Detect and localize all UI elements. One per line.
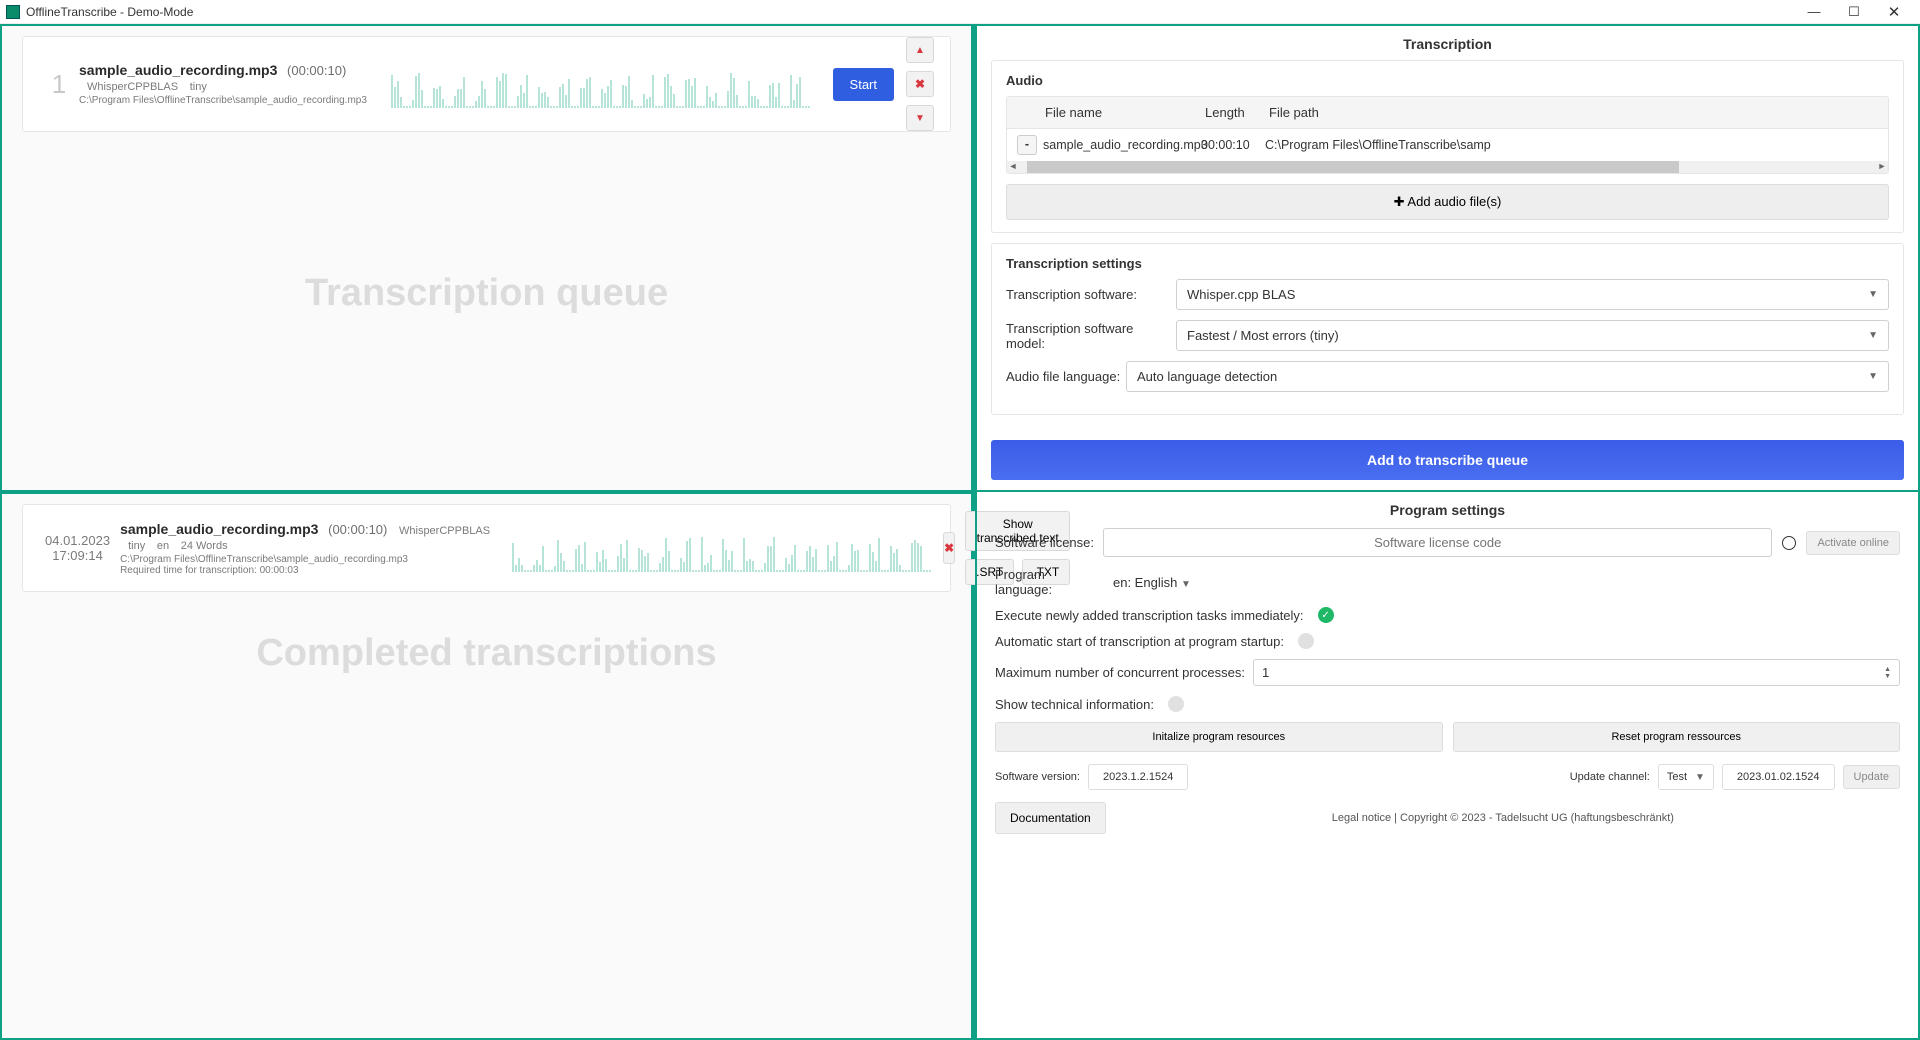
caret-down-icon: ▼ [1868,289,1878,300]
completed-lang: en [157,540,169,552]
move-up-button[interactable]: ▲ [906,37,934,63]
completed-required-time: Required time for transcription: 00:00:0… [120,565,500,576]
delete-completed-button[interactable]: ✖ [943,532,955,564]
program-language-select[interactable]: en: English ▼ [1113,575,1900,590]
version-label: Software version: [995,771,1080,783]
language-select[interactable]: Auto language detection ▼ [1126,361,1889,392]
completed-waveform [512,524,931,572]
software-label: Transcription software: [1006,287,1176,302]
documentation-button[interactable]: Documentation [995,802,1106,834]
legal-notice: Legal notice | Copyright © 2023 - Tadels… [1106,812,1900,824]
plus-icon: ✚ [1394,194,1408,209]
caret-down-icon: ▼ [1695,772,1705,783]
add-audio-button[interactable]: ✚ Add audio file(s) [1006,184,1889,220]
audio-heading: Audio [1006,73,1889,88]
queue-watermark: Transcription queue [2,272,971,315]
license-input[interactable] [1103,528,1772,557]
transcription-heading: Transcription [991,36,1904,52]
license-status-icon [1782,536,1796,550]
completed-model: tiny [128,540,145,552]
completed-engine: WhisperCPPBLAS [399,525,490,537]
program-settings-panel: Program settings Software license: Activ… [975,492,1920,1040]
activate-button[interactable]: Activate online [1806,531,1900,555]
queue-duration: (00:00:10) [287,63,346,78]
row-filename: sample_audio_recording.mp3 [1043,138,1201,152]
transcription-queue-panel: 1 sample_audio_recording.mp3 (00:00:10) … [0,24,973,492]
caret-down-icon: ▼ [1868,330,1878,341]
transcription-settings-section: Transcription settings Transcription sof… [991,243,1904,415]
add-to-queue-button[interactable]: Add to transcribe queue [991,440,1904,480]
window-titlebar: OfflineTranscribe - Demo-Mode — ☐ ✕ [0,0,1920,24]
queue-index: 1 [39,69,79,100]
row-path: C:\Program Files\OfflineTranscribe\samp [1265,138,1878,152]
minimize-button[interactable]: — [1794,1,1834,23]
queue-engine: WhisperCPPBLAS [87,81,178,93]
maximize-button[interactable]: ☐ [1834,1,1874,23]
execute-immediately-label: Execute newly added transcription tasks … [995,608,1304,623]
reset-resources-button[interactable]: Reset program ressources [1453,722,1901,752]
app-icon [6,5,20,19]
max-processes-input[interactable]: 1 ▲▼ [1253,659,1900,686]
col-filepath: File path [1269,105,1878,120]
queue-model: tiny [190,81,207,93]
channel-version: 2023.01.02.1524 [1722,764,1835,790]
channel-label: Update channel: [1570,771,1650,783]
completed-watermark: Completed transcriptions [2,632,971,675]
completed-panel: 04.01.2023 17:09:14 sample_audio_recordi… [0,492,973,1040]
completed-filename: sample_audio_recording.mp3 [120,521,318,537]
queue-filename: sample_audio_recording.mp3 [79,62,277,78]
update-channel-select[interactable]: Test ▼ [1658,764,1714,790]
col-length: Length [1205,105,1269,120]
window-title: OfflineTranscribe - Demo-Mode [26,5,1794,19]
completed-filepath: C:\Program Files\OfflineTranscribe\sampl… [120,554,500,565]
license-label: Software license: [995,535,1095,550]
version-value: 2023.1.2.1524 [1088,764,1188,790]
row-length: 00:00:10 [1201,138,1265,152]
caret-down-icon: ▼ [1181,579,1191,590]
software-select[interactable]: Whisper.cpp BLAS ▼ [1176,279,1889,310]
max-processes-label: Maximum number of concurrent processes: [995,665,1245,680]
remove-audio-button[interactable]: - [1017,135,1037,155]
completed-duration: (00:00:10) [328,522,387,537]
move-down-button[interactable]: ▼ [906,105,934,131]
model-select[interactable]: Fastest / Most errors (tiny) ▼ [1176,320,1889,351]
audio-scrollbar[interactable]: ◄► [1007,161,1888,173]
queue-item: 1 sample_audio_recording.mp3 (00:00:10) … [22,36,951,132]
autostart-label: Automatic start of transcription at prog… [995,634,1284,649]
audio-table: File name Length File path - sample_audi… [1006,96,1889,174]
tech-info-label: Show technical information: [995,697,1154,712]
autostart-toggle[interactable] [1298,633,1314,649]
caret-down-icon: ▼ [1868,371,1878,382]
model-label: Transcription software model: [1006,321,1176,351]
audio-row: - sample_audio_recording.mp3 00:00:10 C:… [1007,129,1888,161]
init-resources-button[interactable]: Initalize program resources [995,722,1443,752]
delete-queue-button[interactable]: ✖ [906,71,934,97]
col-filename: File name [1045,105,1205,120]
language-label: Audio file language: [1006,369,1126,384]
program-language-label: Program language: [995,567,1105,597]
update-button[interactable]: Update [1843,765,1900,789]
start-button[interactable]: Start [833,68,894,101]
program-settings-heading: Program settings [995,502,1900,518]
tech-info-toggle[interactable] [1168,696,1184,712]
close-button[interactable]: ✕ [1874,1,1914,23]
queue-filepath: C:\Program Files\OfflineTranscribe\sampl… [79,95,379,106]
audio-section: Audio File name Length File path - sampl… [991,60,1904,233]
completed-item: 04.01.2023 17:09:14 sample_audio_recordi… [22,504,951,592]
transcription-panel: Transcription Audio File name Length Fil… [975,24,1920,492]
completed-wordcount: 24 Words [181,540,228,552]
execute-immediately-toggle[interactable]: ✓ [1318,607,1334,623]
queue-waveform [391,60,821,108]
settings-heading: Transcription settings [1006,256,1889,271]
completed-timestamp: 04.01.2023 17:09:14 [39,533,110,563]
